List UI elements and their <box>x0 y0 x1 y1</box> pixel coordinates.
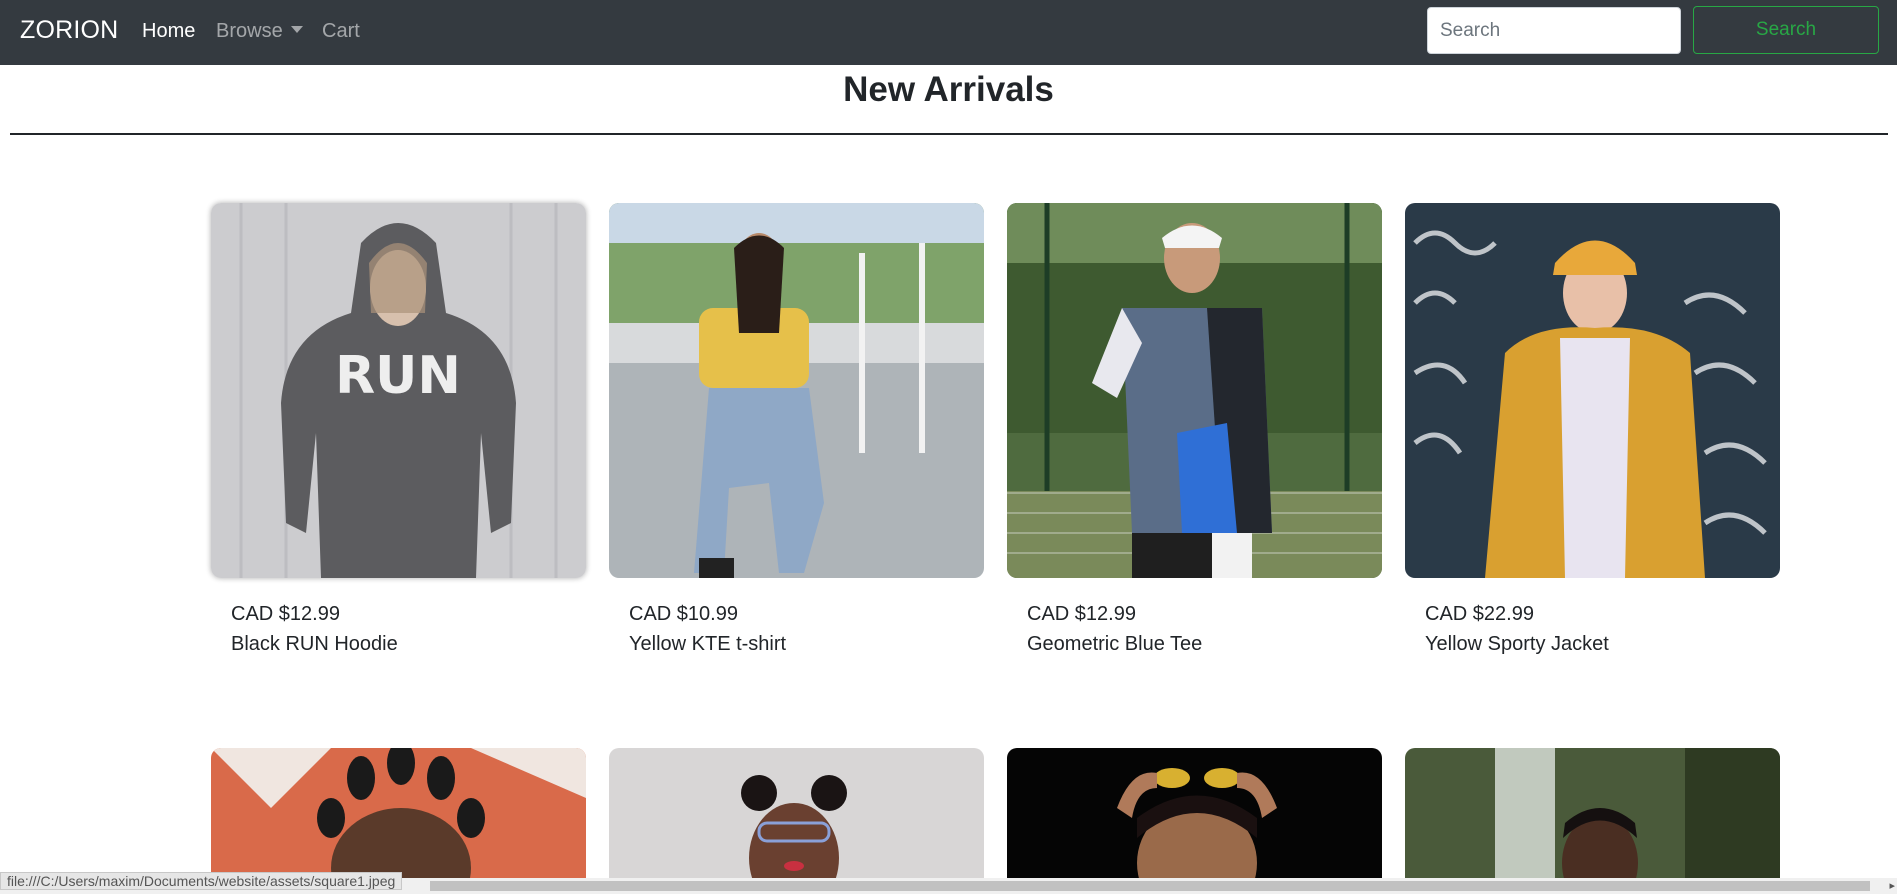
hoodie-photo: RUN <box>211 203 586 578</box>
product-photo <box>609 748 984 878</box>
product-price: CAD $22.99 <box>1425 603 1534 625</box>
geometric-tee-photo <box>1007 203 1382 578</box>
product-name[interactable]: Geometric Blue Tee <box>1027 633 1202 656</box>
status-bar-url: file:///C:/Users/maxim/Documents/website… <box>0 872 403 890</box>
product-image[interactable] <box>1405 748 1780 878</box>
product-image[interactable] <box>1405 203 1780 578</box>
product-image[interactable] <box>1007 748 1382 878</box>
product-name[interactable]: Yellow KTE t-shirt <box>629 633 786 656</box>
product-image[interactable] <box>1007 203 1382 578</box>
product-photo <box>211 748 586 878</box>
product-photo <box>1007 748 1382 878</box>
hoodie-print-text: RUN <box>335 346 461 406</box>
nav-link-browse[interactable]: Browse <box>216 20 303 43</box>
product-image[interactable] <box>211 748 586 878</box>
nav-link-browse-label: Browse <box>216 20 283 42</box>
title-divider <box>10 133 1888 135</box>
product-price: CAD $10.99 <box>629 603 738 625</box>
search-button[interactable]: Search <box>1693 6 1879 54</box>
yellow-tshirt-photo <box>609 203 984 578</box>
product-image[interactable] <box>609 748 984 878</box>
chevron-down-icon <box>290 26 303 33</box>
product-image[interactable] <box>609 203 984 578</box>
product-price: CAD $12.99 <box>1027 603 1136 625</box>
product-name[interactable]: Black RUN Hoodie <box>231 633 398 656</box>
nav-link-cart[interactable]: Cart <box>322 20 360 43</box>
page-title: New Arrivals <box>843 70 1054 109</box>
scrollbar-thumb[interactable] <box>430 881 1870 891</box>
product-photo <box>1405 748 1780 878</box>
product-image[interactable]: RUN <box>211 203 586 578</box>
navbar: ZORION Home Browse Cart Search <box>0 0 1897 65</box>
product-name[interactable]: Yellow Sporty Jacket <box>1425 633 1609 656</box>
brand-logo[interactable]: ZORION <box>20 16 118 45</box>
product-price: CAD $12.99 <box>231 603 340 625</box>
sporty-jacket-photo <box>1405 203 1780 578</box>
nav-link-home[interactable]: Home <box>142 20 195 43</box>
search-input[interactable] <box>1427 7 1681 54</box>
scroll-right-arrow-icon[interactable]: ▸ <box>1889 879 1895 892</box>
